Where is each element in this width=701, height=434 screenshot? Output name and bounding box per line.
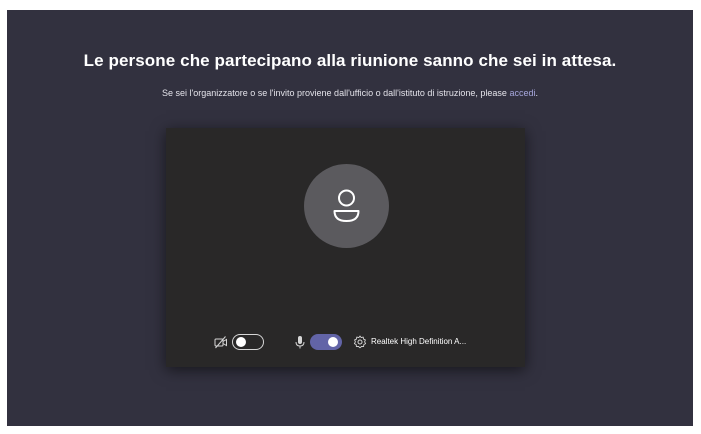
- camera-toggle-knob: [236, 336, 246, 347]
- sign-in-hint-end: .: [535, 88, 538, 98]
- person-icon: [333, 189, 360, 222]
- microphone-toggle[interactable]: [310, 334, 342, 350]
- camera-toggle[interactable]: [232, 334, 264, 350]
- sign-in-hint-text: Se sei l'organizzatore o se l'invito pro…: [162, 88, 510, 98]
- gear-icon[interactable]: [353, 335, 367, 349]
- avatar: [304, 164, 389, 248]
- video-preview: Realtek High Definition A...: [166, 128, 525, 367]
- sign-in-hint: Se sei l'organizzatore o se l'invito pro…: [7, 88, 693, 98]
- microphone-toggle-knob: [328, 337, 338, 347]
- device-controls: Realtek High Definition A...: [166, 332, 525, 352]
- microphone-icon: [295, 336, 305, 349]
- camera-off-icon: [214, 336, 227, 349]
- page-title: Le persone che partecipano alla riunione…: [83, 51, 617, 70]
- audio-device-select[interactable]: Realtek High Definition A...: [371, 337, 466, 346]
- lobby-screen: Le persone che partecipano alla riunione…: [7, 10, 693, 426]
- sign-in-link[interactable]: accedi: [509, 88, 535, 98]
